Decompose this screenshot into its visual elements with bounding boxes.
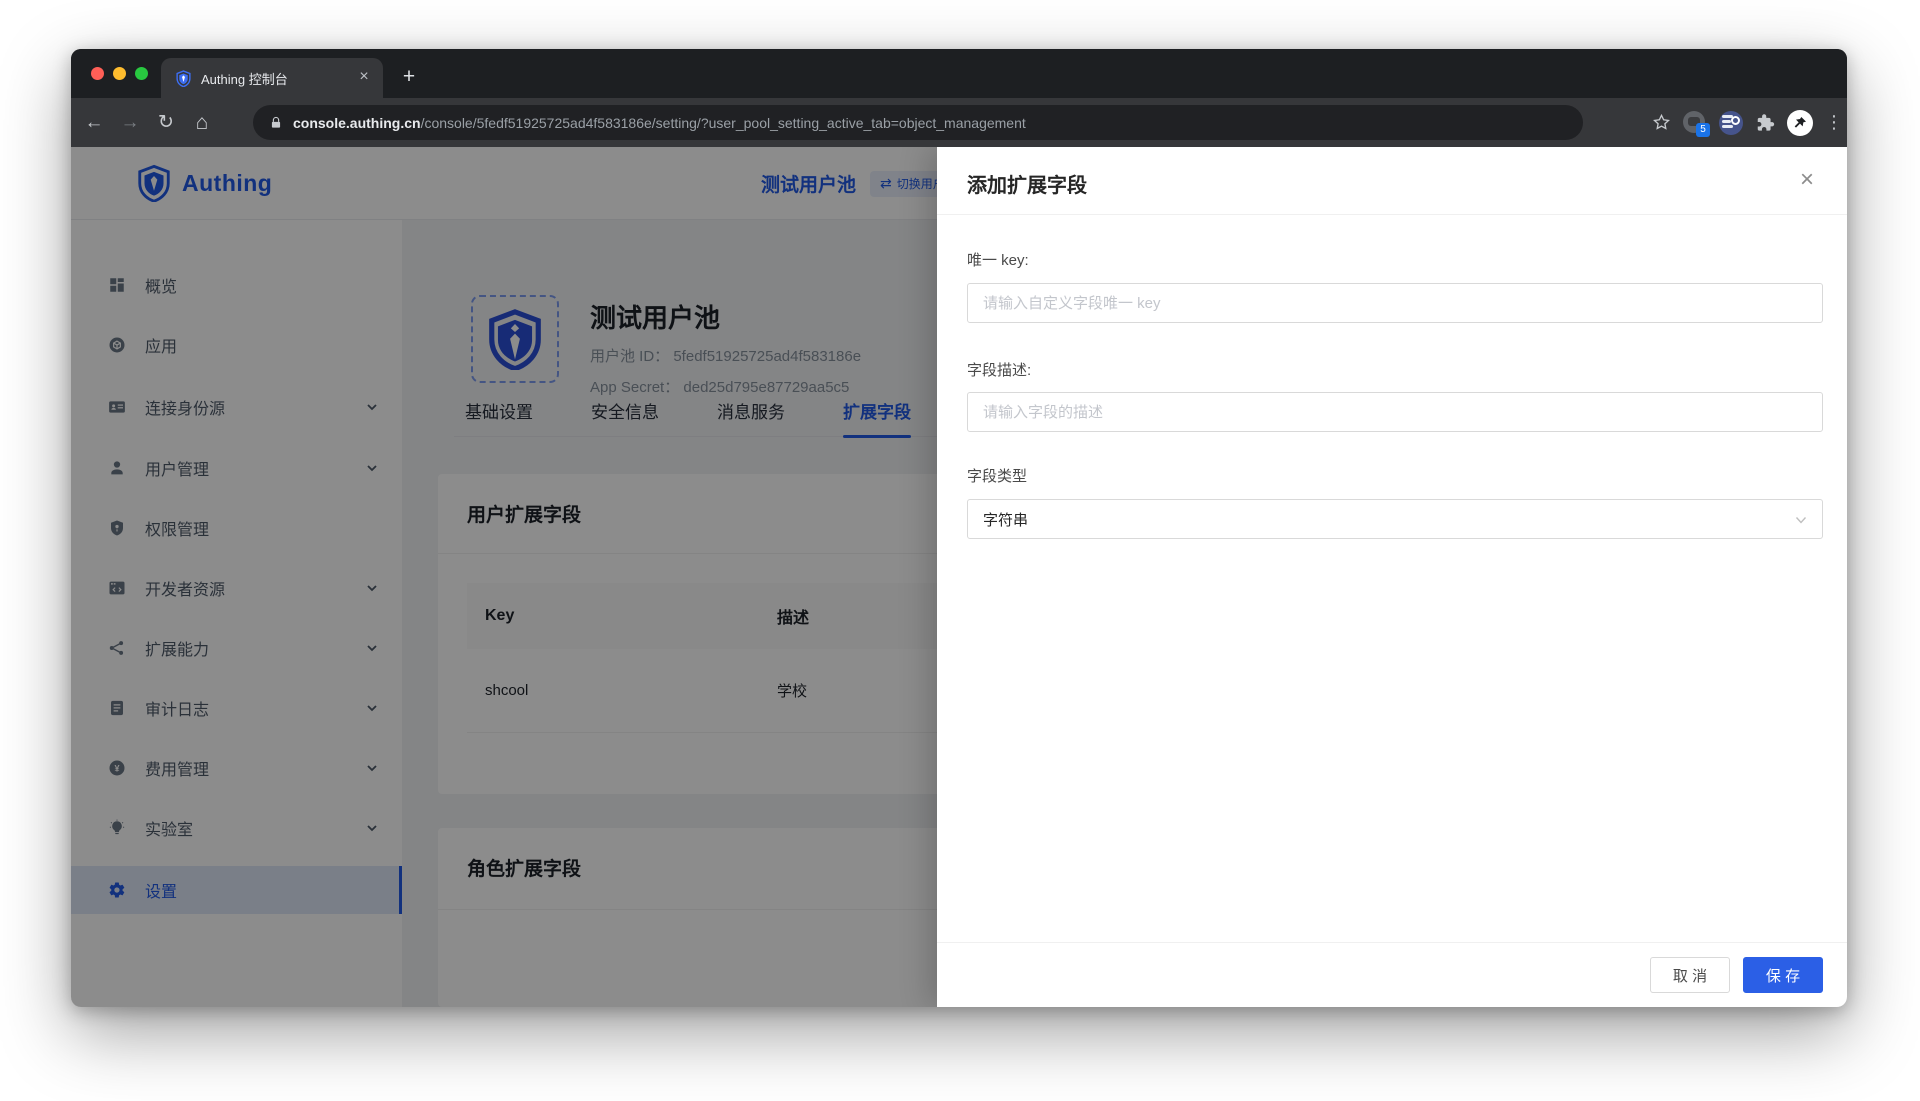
drawer-footer: 取 消 保 存 bbox=[937, 942, 1847, 1007]
browser-window: Authing 控制台 × + ← → ↻ ⌂ console.authing.… bbox=[71, 49, 1847, 1007]
bookmark-star-icon[interactable] bbox=[1652, 113, 1671, 132]
browser-tab[interactable]: Authing 控制台 × bbox=[161, 58, 383, 98]
add-extension-field-drawer: 添加扩展字段 × 唯一 key: 字段描述: 字段类型 字符串 取 消 保 存 bbox=[937, 147, 1847, 1007]
app-viewport: Authing 测试用户池 ⇄ 切换用户池 概览 应用 连接身份源 用户管理 权… bbox=[71, 147, 1847, 1007]
globe-extension-icon[interactable] bbox=[1719, 110, 1743, 135]
extensions-puzzle-icon[interactable] bbox=[1755, 113, 1775, 133]
browser-menu-icon[interactable]: ⋮ bbox=[1825, 112, 1843, 133]
field-description-label: 字段描述: bbox=[967, 362, 1032, 379]
reload-icon[interactable]: ↻ bbox=[153, 110, 179, 136]
close-icon[interactable]: × bbox=[1793, 167, 1821, 195]
drawer-title: 添加扩展字段 bbox=[967, 175, 1087, 197]
window-zoom-button[interactable] bbox=[135, 67, 148, 80]
extension-badge-icon[interactable]: 5 bbox=[1683, 110, 1710, 137]
url-host: console.authing.cn bbox=[293, 114, 421, 131]
field-type-label: 字段类型 bbox=[967, 468, 1028, 485]
home-icon[interactable]: ⌂ bbox=[189, 110, 215, 136]
new-tab-button[interactable]: + bbox=[395, 63, 423, 91]
toolbar-right: 5 ⋮ bbox=[1652, 105, 1843, 140]
authing-shield-favicon bbox=[176, 69, 191, 87]
chevron-down-icon bbox=[1795, 517, 1807, 524]
screen: Authing 控制台 × + ← → ↻ ⌂ console.authing.… bbox=[0, 0, 1920, 1101]
url-path: /console/5fedf51925725ad4f583186e/settin… bbox=[420, 114, 1026, 131]
window-minimize-button[interactable] bbox=[113, 67, 126, 80]
address-bar[interactable]: console.authing.cn/console/5fedf51925725… bbox=[253, 105, 1583, 140]
drawer-header: 添加扩展字段 × bbox=[937, 147, 1847, 215]
tab-strip: Authing 控制台 × + bbox=[71, 49, 1847, 98]
cancel-button[interactable]: 取 消 bbox=[1650, 957, 1730, 993]
unique-key-label: 唯一 key: bbox=[967, 252, 1029, 269]
tab-close-icon[interactable]: × bbox=[355, 69, 373, 87]
browser-toolbar: ← → ↻ ⌂ console.authing.cn/console/5fedf… bbox=[71, 98, 1847, 147]
back-icon[interactable]: ← bbox=[81, 110, 107, 136]
window-close-button[interactable] bbox=[91, 67, 104, 80]
field-type-select[interactable]: 字符串 bbox=[967, 499, 1823, 539]
pinned-extension-icon[interactable] bbox=[1787, 109, 1813, 136]
tab-title: Authing 控制台 bbox=[201, 71, 288, 87]
save-button[interactable]: 保 存 bbox=[1743, 957, 1823, 993]
unique-key-input[interactable] bbox=[967, 283, 1823, 323]
forward-icon[interactable]: → bbox=[117, 110, 143, 136]
extension-badge-count: 5 bbox=[1696, 122, 1710, 137]
url-text: console.authing.cn/console/5fedf51925725… bbox=[293, 115, 1026, 131]
field-description-input[interactable] bbox=[967, 392, 1823, 432]
field-type-value: 字符串 bbox=[983, 511, 1029, 529]
lock-icon bbox=[271, 116, 281, 128]
